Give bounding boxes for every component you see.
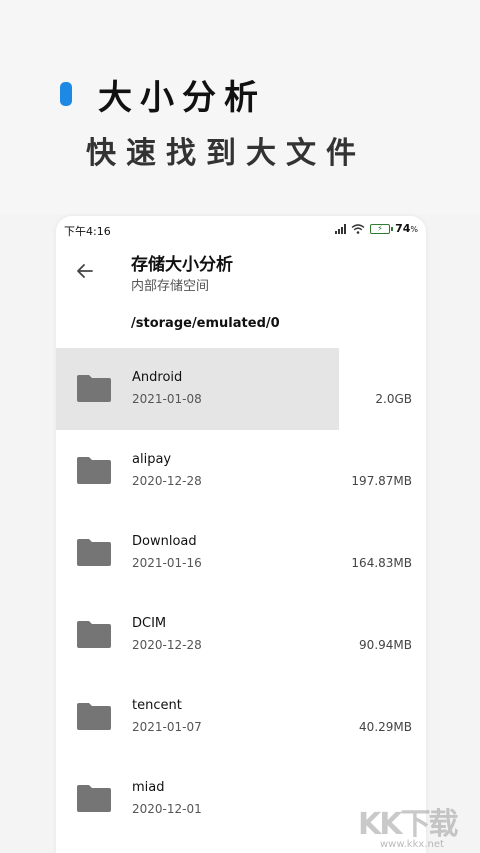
status-icons: ⚡ 74% — [335, 222, 418, 235]
battery-percent: 74% — [395, 222, 418, 235]
list-item[interactable]: DCIM 2020-12-28 90.94MB — [56, 594, 426, 676]
file-list: Android 2021-01-08 2.0GB alipay 2020-12-… — [56, 348, 426, 840]
file-name: Download — [132, 534, 197, 549]
file-size: 2.0GB — [375, 392, 412, 406]
file-date: 2020-12-28 — [132, 638, 202, 652]
folder-icon — [77, 375, 111, 402]
watermark-url: www.kkx.net — [380, 839, 444, 850]
file-name: tencent — [132, 698, 182, 713]
back-button[interactable] — [72, 258, 98, 284]
page-subtitle: 内部存储空间 — [131, 279, 210, 294]
list-item[interactable]: alipay 2020-12-28 197.87MB — [56, 430, 426, 512]
app-header: 存储大小分析 内部存储空间 — [56, 244, 426, 304]
file-date: 2020-12-28 — [132, 474, 202, 488]
file-size: 164.83MB — [351, 556, 412, 570]
folder-icon — [77, 539, 111, 566]
status-time: 下午4:16 — [64, 225, 111, 238]
file-date: 2021-01-16 — [132, 556, 202, 570]
wifi-icon — [351, 223, 365, 234]
folder-icon — [77, 621, 111, 648]
signal-icon — [335, 223, 347, 234]
folder-icon — [77, 703, 111, 730]
file-size: 40.29MB — [359, 720, 412, 734]
list-item[interactable]: Android 2021-01-08 2.0GB — [56, 348, 426, 430]
file-name: alipay — [132, 452, 172, 467]
page-title: 存储大小分析 — [131, 255, 233, 275]
current-path: /storage/emulated/0 — [131, 316, 280, 331]
phone-screen: 下午4:16 ⚡ 74% 存储大小分析 内部存储空间 /storage/emul… — [56, 216, 426, 853]
status-bar: 下午4:16 ⚡ 74% — [56, 216, 426, 244]
promo-title: 大小分析 — [98, 78, 266, 118]
folder-icon — [77, 785, 111, 812]
arrow-left-icon — [77, 264, 93, 278]
file-date: 2021-01-08 — [132, 392, 202, 406]
file-name: DCIM — [132, 616, 167, 631]
accent-bar — [60, 82, 72, 106]
file-name: Android — [132, 370, 183, 385]
file-size: 90.94MB — [359, 638, 412, 652]
battery-charging-icon: ⚡ — [370, 223, 394, 234]
file-date: 2021-01-07 — [132, 720, 202, 734]
watermark-logo: KK下载 — [358, 807, 459, 842]
file-size: 197.87MB — [351, 474, 412, 488]
promo-banner: 大小分析 快速找到大文件 — [0, 0, 480, 215]
list-item[interactable]: tencent 2021-01-07 40.29MB — [56, 676, 426, 758]
file-name: miad — [132, 780, 165, 795]
promo-subtitle: 快速找到大文件 — [86, 136, 366, 171]
file-date: 2020-12-01 — [132, 802, 202, 816]
list-item[interactable]: Download 2021-01-16 164.83MB — [56, 512, 426, 594]
watermark: KK下载 www.kkx.net — [358, 799, 459, 850]
folder-icon — [77, 457, 111, 484]
